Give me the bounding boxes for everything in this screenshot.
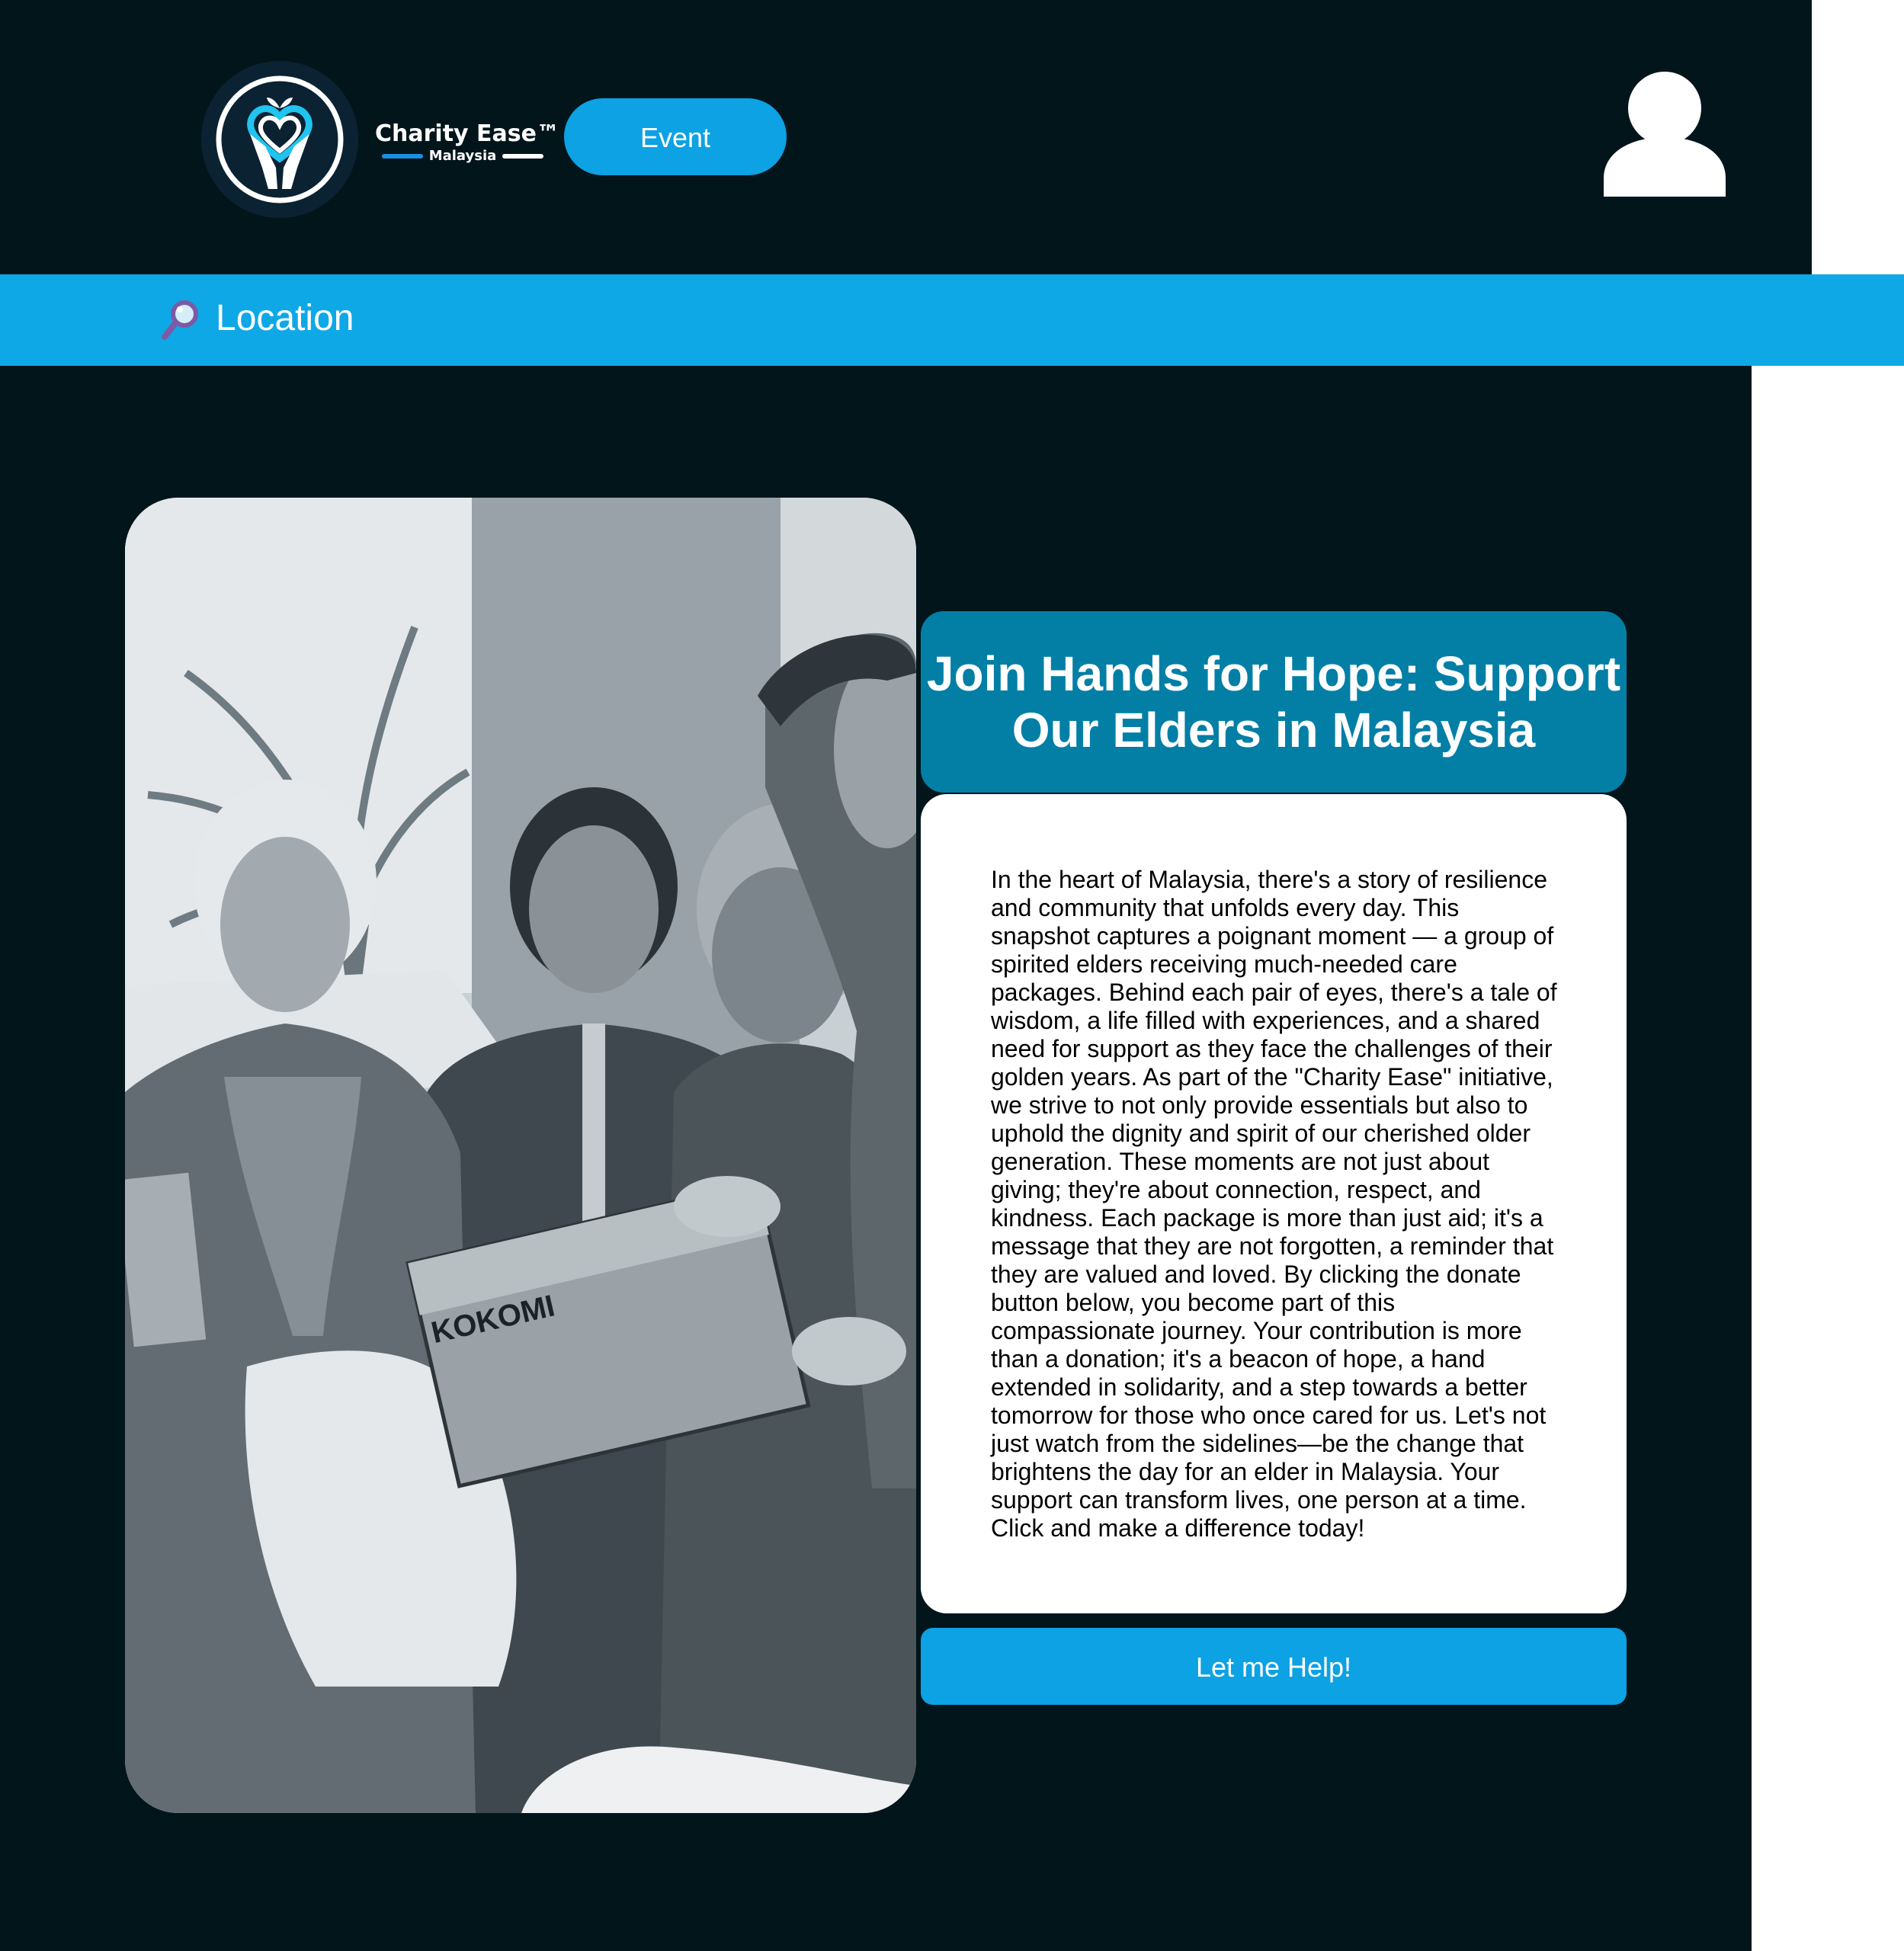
- brand-wordmark[interactable]: Charity Ease™ Malaysia: [375, 120, 559, 165]
- location-label: Location: [216, 298, 354, 338]
- brand-name: Charity Ease™: [375, 120, 559, 147]
- description-text: In the heart of Malaysia, there's a stor…: [991, 866, 1557, 1542]
- description-card: In the heart of Malaysia, there's a stor…: [921, 794, 1627, 1613]
- charity-ease-logo-icon[interactable]: [201, 61, 358, 218]
- brand-divider-left: [381, 154, 423, 159]
- brand-divider-right: [502, 154, 544, 159]
- location-bar[interactable]: Location: [0, 274, 1904, 366]
- let-me-help-button[interactable]: Let me Help!: [921, 1628, 1627, 1705]
- elders-photo: KOKOMI: [125, 498, 916, 1813]
- event-button[interactable]: Event: [564, 98, 787, 175]
- hero-title: Join Hands for Hope: Support Our Elders …: [926, 646, 1621, 758]
- site-header: Charity Ease™ Malaysia Event: [0, 0, 1812, 274]
- main-content: KOKOMI Join Hands for Hope: Support Our …: [0, 366, 1752, 1951]
- hero-title-box: Join Hands for Hope: Support Our Elders …: [921, 611, 1627, 793]
- brand-country: Malaysia: [428, 148, 497, 164]
- search-icon[interactable]: [162, 299, 200, 341]
- brand-subtitle: Malaysia: [375, 148, 550, 165]
- user-icon[interactable]: [1604, 72, 1726, 197]
